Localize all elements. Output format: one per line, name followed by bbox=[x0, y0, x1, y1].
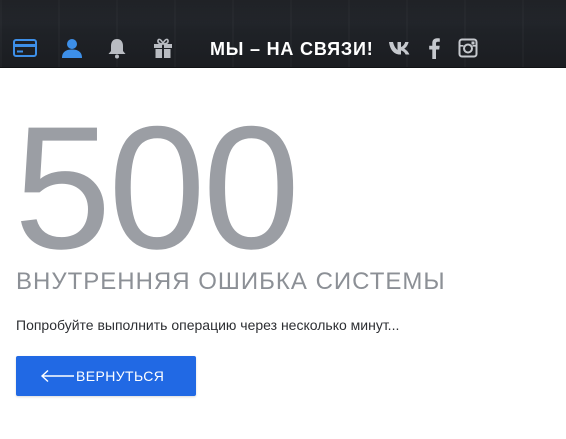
error-message: Попробуйте выполнить операцию через неск… bbox=[16, 317, 400, 333]
error-page: МЫ – НА СВЯЗИ! 500 ВНУТРЕННЯЯ ОШИБКА СИС… bbox=[0, 0, 566, 439]
top-header: МЫ – НА СВЯЗИ! bbox=[0, 0, 566, 68]
gift-icon[interactable] bbox=[152, 37, 174, 59]
credit-card-icon[interactable] bbox=[13, 39, 37, 57]
vk-icon[interactable] bbox=[388, 40, 412, 56]
arrow-left-icon bbox=[40, 369, 74, 383]
error-title: ВНУТРЕННЯЯ ОШИБКА СИСТЕМЫ bbox=[16, 268, 446, 295]
back-button[interactable]: ВЕРНУТЬСЯ bbox=[16, 356, 196, 396]
error-code: 500 bbox=[14, 91, 300, 286]
contact-title: МЫ – НА СВЯЗИ! bbox=[210, 39, 374, 59]
bell-icon[interactable] bbox=[106, 37, 128, 59]
back-button-label: ВЕРНУТЬСЯ bbox=[76, 368, 165, 384]
facebook-icon[interactable] bbox=[427, 37, 441, 59]
instagram-icon[interactable] bbox=[458, 38, 478, 58]
user-icon[interactable] bbox=[61, 37, 83, 59]
